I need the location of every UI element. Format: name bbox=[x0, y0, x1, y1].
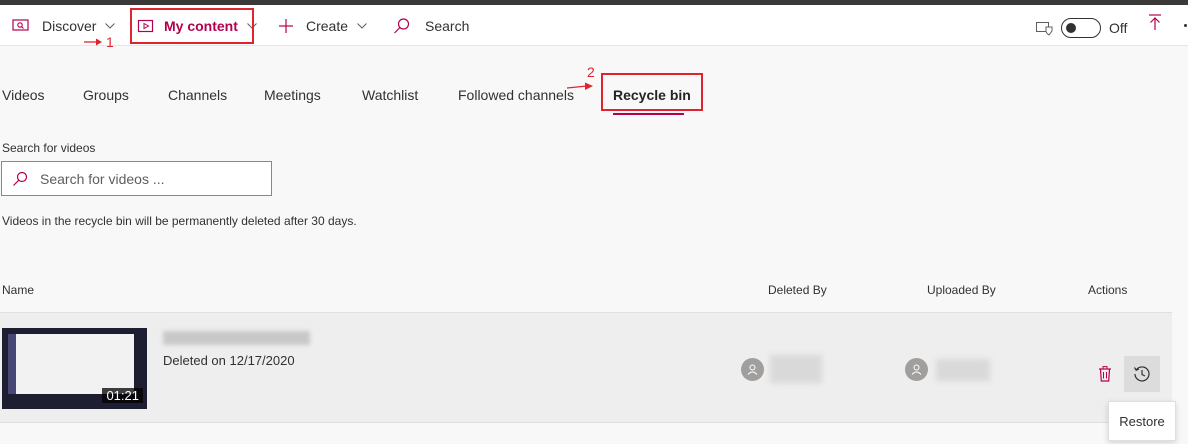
nav-create[interactable]: Create bbox=[278, 5, 367, 46]
video-thumbnail[interactable]: 01:21 bbox=[2, 328, 147, 409]
chevron-down-icon bbox=[357, 22, 367, 29]
uploaded-by-name-redacted bbox=[936, 359, 990, 381]
annotation-box-my-content bbox=[130, 8, 254, 44]
deleted-on-date: Deleted on 12/17/2020 bbox=[163, 353, 295, 368]
annotation-marker-1: 1 bbox=[84, 34, 114, 50]
search-icon bbox=[394, 17, 410, 33]
column-header-name[interactable]: Name bbox=[2, 283, 34, 297]
tab-meetings[interactable]: Meetings bbox=[264, 87, 321, 103]
toggle-label: Off bbox=[1109, 20, 1128, 36]
deleted-by-avatar bbox=[741, 358, 764, 381]
discover-icon bbox=[12, 18, 29, 31]
thumbnail-sidebar bbox=[8, 334, 16, 394]
deleted-by-name-redacted bbox=[770, 355, 822, 383]
trash-icon bbox=[1099, 366, 1111, 382]
uploaded-by-avatar bbox=[905, 358, 928, 381]
nav-search-label: Search bbox=[425, 17, 470, 34]
search-label: Search for videos bbox=[2, 141, 96, 155]
toggle-switch[interactable] bbox=[1061, 18, 1101, 38]
tab-watchlist[interactable]: Watchlist bbox=[362, 87, 418, 103]
active-tab-indicator bbox=[613, 113, 684, 115]
more-icon[interactable] bbox=[1183, 23, 1188, 28]
annotation-number-2: 2 bbox=[587, 64, 595, 80]
tab-groups[interactable]: Groups bbox=[83, 87, 129, 103]
person-icon bbox=[911, 364, 922, 375]
restore-button[interactable] bbox=[1124, 356, 1160, 392]
toggle-group: Off bbox=[1036, 18, 1127, 38]
plus-icon bbox=[279, 18, 293, 33]
tab-recycle-bin[interactable]: Recycle bin bbox=[613, 87, 691, 103]
person-icon bbox=[747, 364, 758, 375]
table-row[interactable]: 01:21 Deleted on 12/17/2020 bbox=[0, 312, 1172, 423]
video-title-redacted bbox=[163, 331, 310, 345]
restore-tooltip: Restore bbox=[1108, 401, 1176, 441]
nav-search[interactable]: Search bbox=[393, 5, 469, 46]
nav-discover-label: Discover bbox=[42, 17, 97, 34]
search-box bbox=[1, 161, 272, 196]
history-icon bbox=[1133, 366, 1150, 382]
tab-channels[interactable]: Channels bbox=[168, 87, 227, 103]
shield-icon bbox=[1036, 21, 1053, 36]
thumbnail-screen bbox=[8, 334, 134, 394]
column-header-uploaded-by[interactable]: Uploaded By bbox=[927, 283, 996, 297]
recycle-bin-info-text: Videos in the recycle bin will be perman… bbox=[2, 214, 357, 228]
tab-videos[interactable]: Videos bbox=[2, 87, 45, 103]
toggle-knob bbox=[1066, 23, 1076, 33]
video-duration: 01:21 bbox=[102, 388, 143, 403]
delete-button[interactable] bbox=[1094, 363, 1116, 385]
search-input[interactable] bbox=[40, 170, 260, 187]
arrow-right-icon bbox=[84, 38, 102, 46]
annotation-number-1: 1 bbox=[106, 34, 114, 50]
column-header-actions: Actions bbox=[1088, 283, 1128, 297]
chevron-down-icon bbox=[105, 22, 116, 29]
column-header-deleted-by[interactable]: Deleted By bbox=[768, 283, 827, 297]
nav-create-label: Create bbox=[306, 17, 349, 34]
search-icon bbox=[13, 171, 28, 186]
upload-icon[interactable] bbox=[1148, 14, 1162, 32]
tab-followed-channels[interactable]: Followed channels bbox=[458, 87, 574, 103]
